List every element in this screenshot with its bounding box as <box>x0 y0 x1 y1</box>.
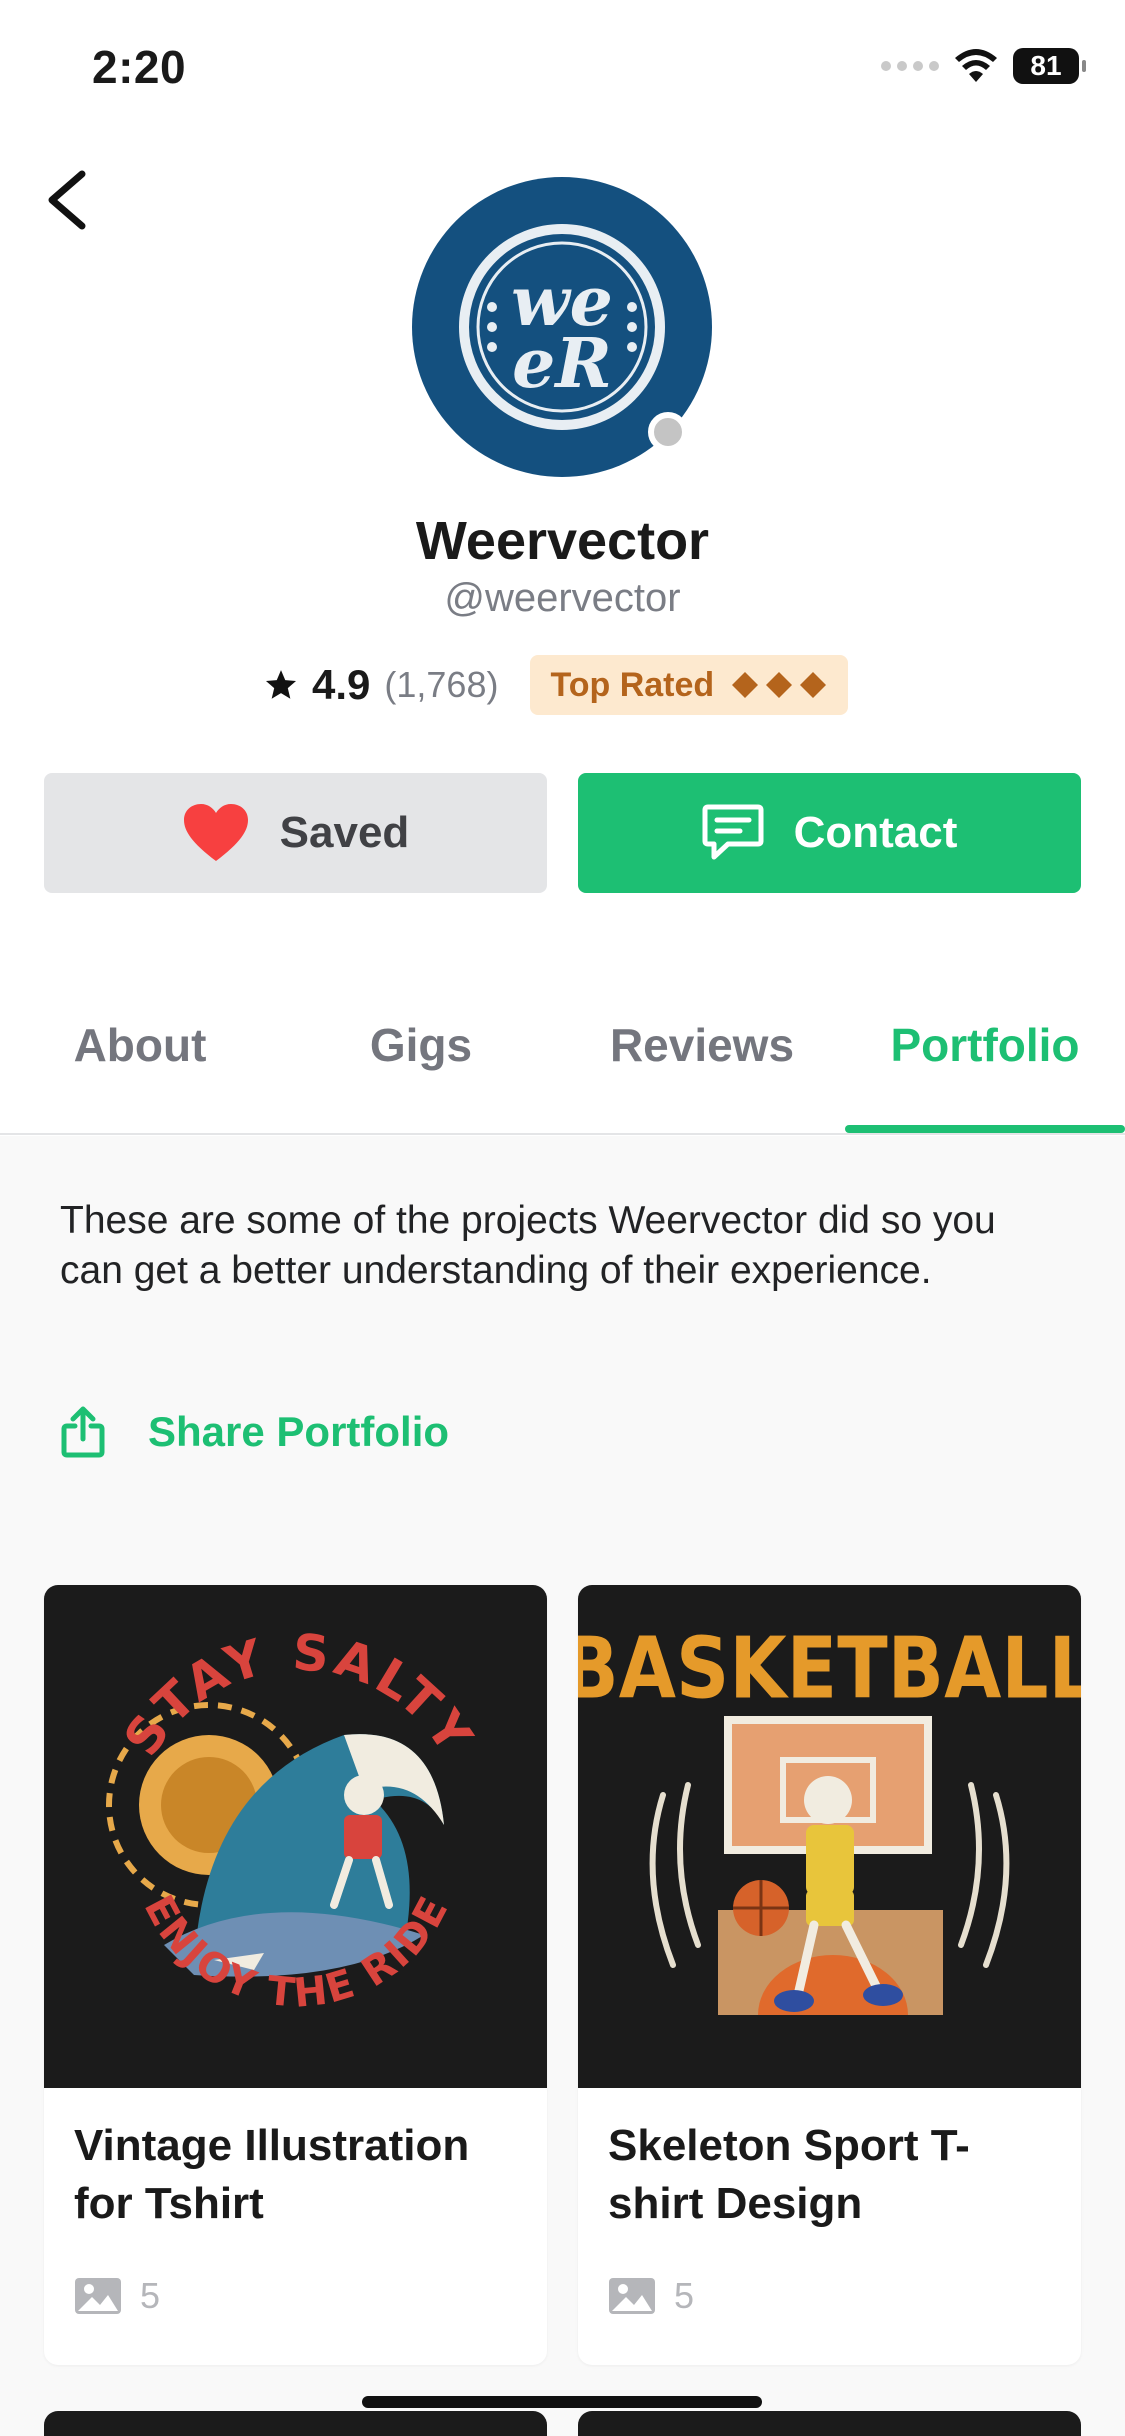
image-count: 5 <box>74 2275 160 2317</box>
tab-bar: About Gigs Reviews Portfolio <box>0 980 1125 1135</box>
svg-text:eR: eR <box>512 324 612 404</box>
chat-icon <box>702 804 764 860</box>
contact-label: Contact <box>793 808 958 857</box>
back-button[interactable] <box>40 160 110 240</box>
wifi-icon <box>955 49 997 82</box>
saved-label: Saved <box>279 808 410 857</box>
svg-text:STAY SALTY: STAY SALTY <box>113 1623 485 1766</box>
portfolio-card-peek[interactable] <box>578 2411 1081 2436</box>
top-rated-badge: Top Rated <box>530 655 849 715</box>
status-bar: 2:20 81 <box>0 0 1125 140</box>
star-icon <box>265 670 297 699</box>
portfolio-image[interactable]: BASKETBALL <box>578 1585 1081 2088</box>
surfing-skeleton-shark-artwork: STAY SALTY ENJOY THE RIDE <box>106 1623 485 2017</box>
artwork-top-text: STAY SALTY <box>113 1623 481 1766</box>
basketball-skeleton-artwork: BASKETBALL <box>578 1619 1081 2015</box>
portfolio-section: These are some of the projects Weervecto… <box>0 1136 1125 2436</box>
badge-label: Top Rated <box>550 665 715 704</box>
saved-button[interactable]: Saved <box>44 773 547 893</box>
rating-count: (1,768) <box>384 664 499 705</box>
diamond-icon <box>766 672 793 698</box>
status-icons: 81 <box>881 48 1086 84</box>
artwork-top-text: BASKETBALL <box>578 1619 1081 1718</box>
image-count-value: 5 <box>674 2275 695 2316</box>
battery-icon: 81 <box>1013 48 1086 84</box>
share-icon <box>61 1406 105 1458</box>
portfolio-card[interactable]: STAY SALTY ENJOY THE RIDE Vintage Illust… <box>44 1585 547 2365</box>
share-portfolio-button[interactable]: Share Portfolio <box>60 1406 449 1458</box>
rating-row[interactable]: 4.9 (1,768) Top Rated <box>264 654 849 716</box>
seller-handle: @weervector <box>444 576 681 620</box>
portfolio-card-peek[interactable] <box>44 2411 547 2436</box>
heart-icon <box>183 804 248 861</box>
image-count: 5 <box>608 2275 694 2317</box>
image-count-value: 5 <box>140 2275 161 2316</box>
active-tab-indicator <box>845 1125 1125 1133</box>
home-indicator[interactable] <box>362 2396 762 2408</box>
image-icon <box>75 2278 121 2314</box>
tab-reviews[interactable]: Reviews <box>562 980 842 1110</box>
cellular-signal-icon <box>881 61 939 71</box>
tab-portfolio[interactable]: Portfolio <box>845 980 1125 1110</box>
portfolio-title[interactable]: Skeleton Sport T-shirt Design <box>608 2117 1058 2233</box>
seller-name: Weervector <box>415 511 710 571</box>
status-time: 2:20 <box>92 41 187 93</box>
diamond-icon <box>732 672 759 698</box>
status-dot <box>648 412 688 452</box>
tab-about[interactable]: About <box>0 980 280 1110</box>
contact-button[interactable]: Contact <box>578 773 1081 893</box>
battery-level: 81 <box>1030 50 1062 81</box>
portfolio-description: These are some of the projects Weervecto… <box>60 1199 996 1292</box>
portfolio-card[interactable]: BASKETBALL Skeleton Sport T-shirt Design… <box>578 1585 1081 2365</box>
portfolio-title[interactable]: Vintage Illustration for Tshirt <box>74 2117 524 2233</box>
tab-gigs[interactable]: Gigs <box>280 980 562 1110</box>
share-portfolio-label: Share Portfolio <box>148 1408 450 1455</box>
diamond-icons <box>730 670 828 700</box>
diamond-icon <box>800 672 827 698</box>
portfolio-image[interactable]: STAY SALTY ENJOY THE RIDE <box>44 1585 547 2088</box>
chevron-left-icon <box>48 170 86 230</box>
rating-value: 4.9 <box>312 661 371 708</box>
image-icon <box>609 2278 655 2314</box>
